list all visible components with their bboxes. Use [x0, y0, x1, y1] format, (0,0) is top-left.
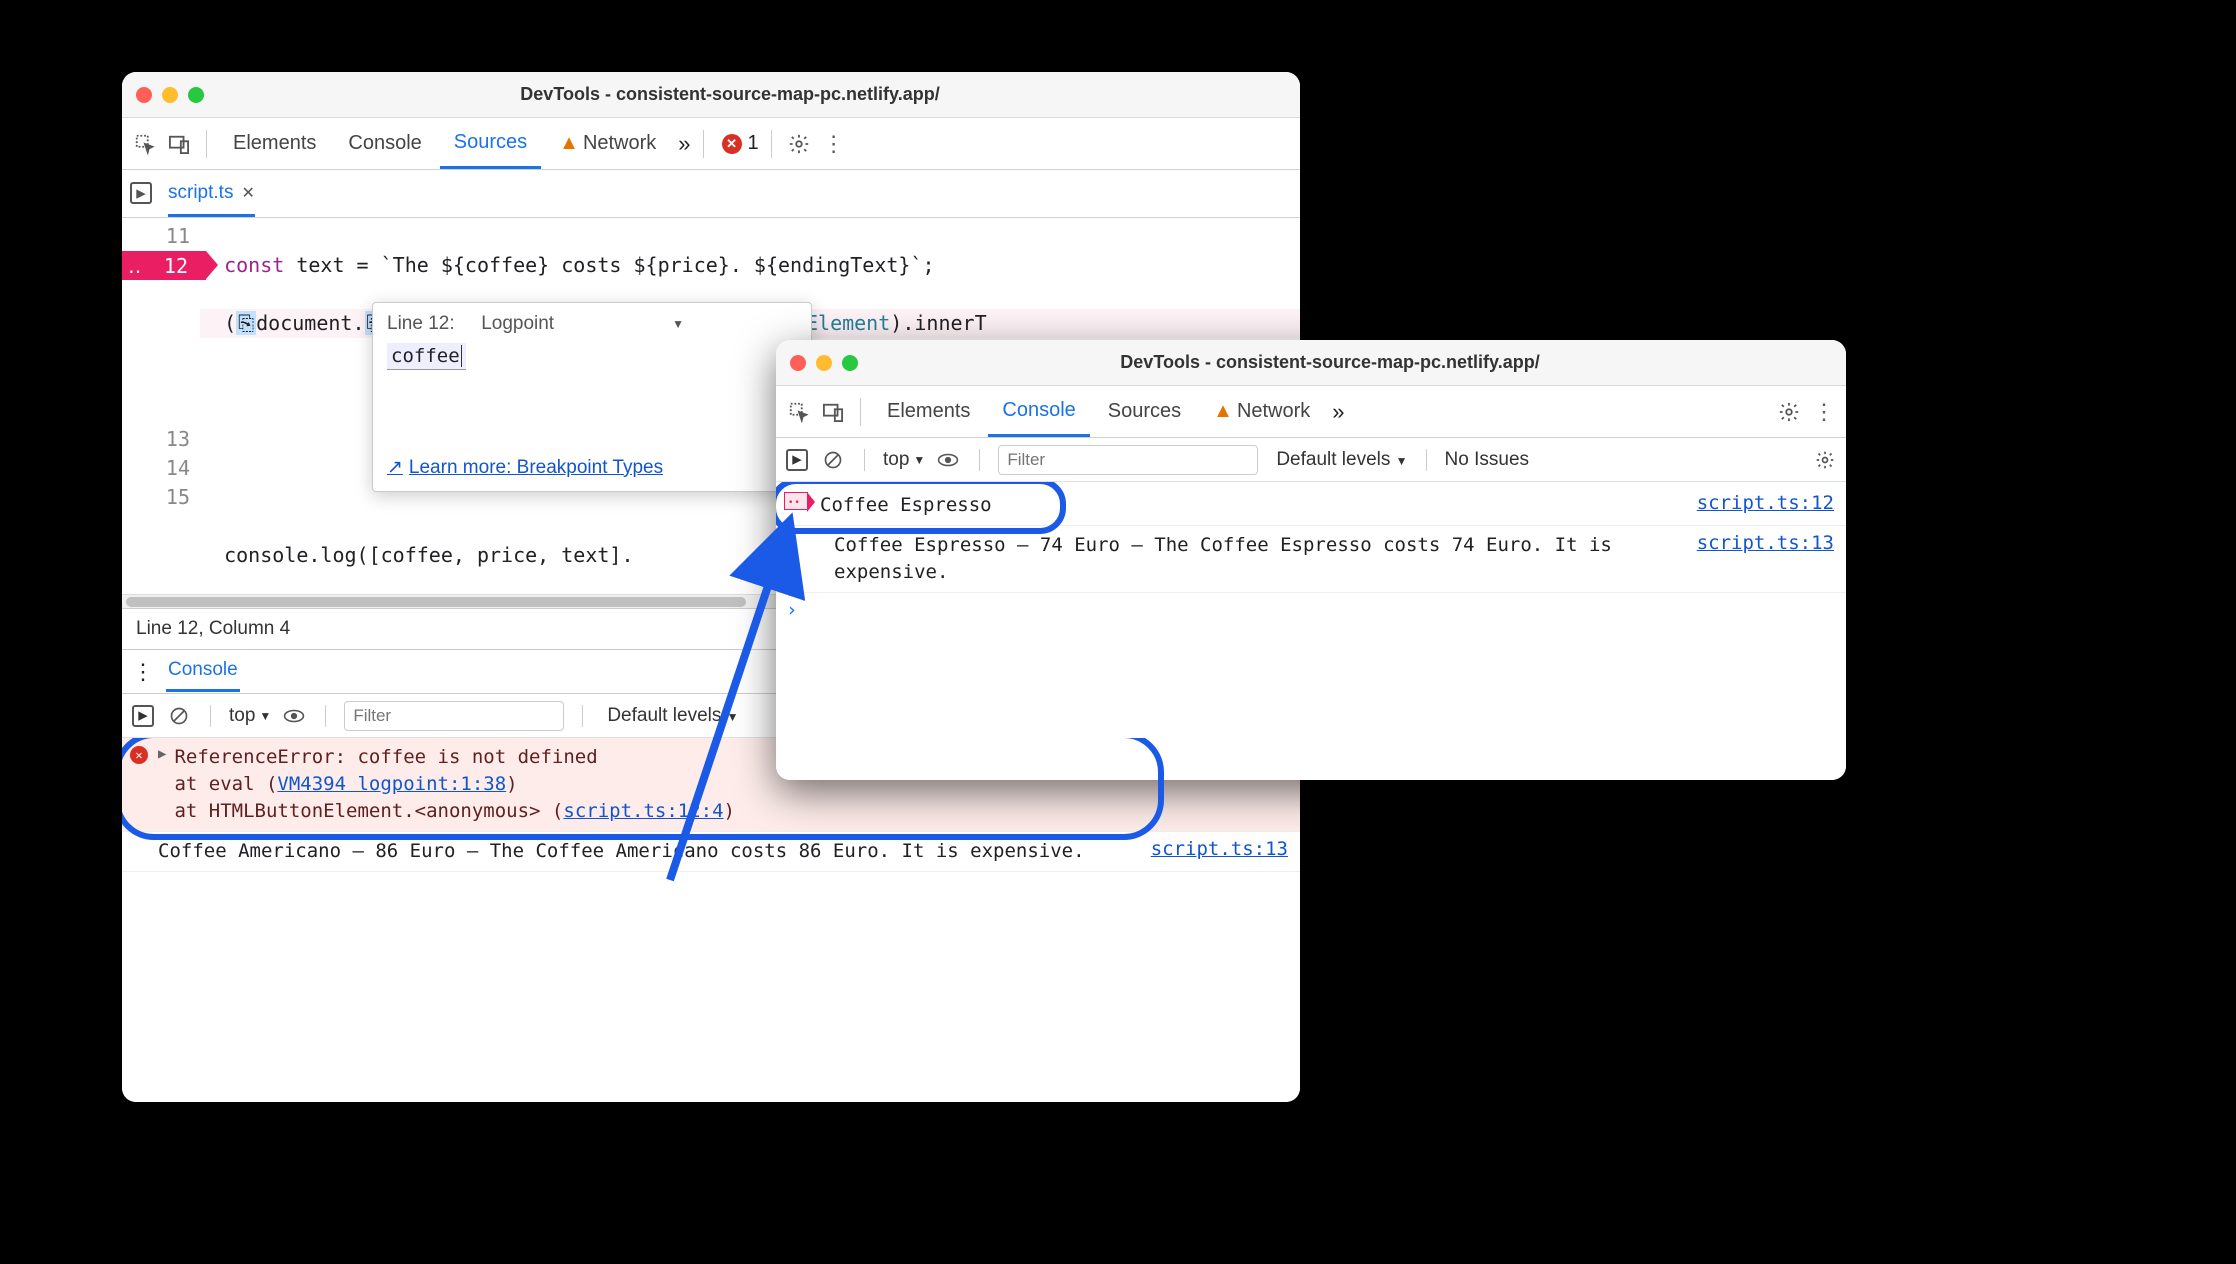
- close-icon[interactable]: [790, 355, 806, 371]
- tab-console[interactable]: Console: [334, 118, 435, 169]
- warning-icon: ▲: [559, 132, 579, 155]
- titlebar: DevTools - consistent-source-map-pc.netl…: [776, 340, 1846, 386]
- expand-icon[interactable]: ▶: [158, 746, 166, 762]
- logpoint-popover: Line 12: Logpoint ▼ coffee ↗ Learn more:…: [372, 302, 812, 492]
- zoom-icon[interactable]: [842, 355, 858, 371]
- console-messages: •• Coffee Espresso script.ts:12 Coffee E…: [776, 482, 1846, 780]
- console-message-log: Coffee Americano – 86 Euro – The Coffee …: [122, 832, 1300, 872]
- console-message-log: Coffee Espresso – 74 Euro – The Coffee E…: [776, 526, 1846, 593]
- warning-icon: ▲: [1213, 400, 1233, 423]
- tab-network[interactable]: ▲Network: [1199, 386, 1324, 437]
- clear-console-icon[interactable]: [166, 706, 192, 726]
- live-expression-icon[interactable]: [935, 452, 961, 468]
- popover-header: Line 12: Logpoint ▼: [387, 313, 797, 335]
- device-icon[interactable]: [164, 134, 194, 154]
- more-tabs-icon[interactable]: »: [678, 131, 690, 157]
- drawer-menu-icon[interactable]: ⋮: [132, 659, 154, 685]
- console-messages: ✕ ▶ ReferenceError: coffee is not define…: [122, 738, 1300, 1102]
- sidebar-toggle-icon[interactable]: ▸: [130, 705, 156, 727]
- zoom-icon[interactable]: [188, 87, 204, 103]
- log-levels-selector[interactable]: Default levels ▼: [607, 705, 738, 727]
- source-link[interactable]: script.ts:13: [1151, 838, 1288, 860]
- console-prompt[interactable]: ›: [776, 593, 1846, 627]
- logpoint-expression-input[interactable]: coffee: [387, 343, 466, 370]
- minimize-icon[interactable]: [816, 355, 832, 371]
- window-title: DevTools - consistent-source-map-pc.netl…: [214, 84, 1286, 105]
- context-selector[interactable]: top ▼: [883, 449, 925, 471]
- stack-link[interactable]: VM4394 logpoint:1:38: [277, 773, 506, 795]
- minimize-icon[interactable]: [162, 87, 178, 103]
- titlebar: DevTools - consistent-source-map-pc.netl…: [122, 72, 1300, 118]
- main-toolbar: Elements Console Sources ▲Network » ✕ 1 …: [122, 118, 1300, 170]
- window-title: DevTools - consistent-source-map-pc.netl…: [868, 352, 1832, 373]
- source-link[interactable]: script.ts:13: [1697, 532, 1834, 554]
- drawer-tab-console[interactable]: Console: [166, 651, 240, 692]
- kebab-menu-icon[interactable]: ⋮: [818, 131, 848, 157]
- inspect-icon[interactable]: [784, 401, 814, 423]
- issues-button[interactable]: No Issues: [1445, 449, 1529, 471]
- file-tabs: ▸ script.ts ✕: [122, 170, 1300, 218]
- tab-sources[interactable]: Sources: [440, 118, 541, 169]
- filter-input[interactable]: [998, 445, 1258, 475]
- scrollbar-thumb[interactable]: [126, 597, 746, 607]
- console-message-logpoint: •• Coffee Espresso script.ts:12: [776, 486, 1846, 526]
- error-icon: ✕: [130, 746, 148, 764]
- kebab-menu-icon[interactable]: ⋮: [1808, 399, 1838, 425]
- console-toolbar: ▸ top ▼ Default levels ▼ No Issues: [776, 438, 1846, 482]
- navigator-toggle-icon[interactable]: ▸: [130, 182, 156, 205]
- settings-icon[interactable]: [1774, 401, 1804, 423]
- devtools-window-2: DevTools - consistent-source-map-pc.netl…: [776, 340, 1846, 780]
- live-expression-icon[interactable]: [281, 708, 307, 724]
- tab-elements[interactable]: Elements: [219, 118, 330, 169]
- error-count-badge[interactable]: ✕ 1: [722, 132, 759, 155]
- close-tab-icon[interactable]: ✕: [241, 183, 254, 203]
- logpoint-badge-icon: ••: [784, 492, 808, 510]
- file-tab-script[interactable]: script.ts ✕: [168, 170, 255, 217]
- device-icon[interactable]: [818, 402, 848, 422]
- inspect-icon[interactable]: [130, 133, 160, 155]
- external-link-icon: ↗: [387, 456, 403, 479]
- close-icon[interactable]: [136, 87, 152, 103]
- settings-icon[interactable]: [784, 133, 814, 155]
- more-tabs-icon[interactable]: »: [1332, 399, 1344, 425]
- log-levels-selector[interactable]: Default levels ▼: [1276, 449, 1407, 471]
- traffic-lights: [790, 355, 858, 371]
- console-settings-icon[interactable]: [1812, 450, 1838, 470]
- filter-input[interactable]: [344, 701, 564, 731]
- source-link[interactable]: script.ts:12: [1697, 492, 1834, 514]
- main-toolbar: Elements Console Sources ▲Network » ⋮: [776, 386, 1846, 438]
- tab-elements[interactable]: Elements: [873, 386, 984, 437]
- chevron-down-icon[interactable]: ▼: [672, 317, 684, 331]
- error-icon: ✕: [722, 134, 742, 154]
- tab-sources[interactable]: Sources: [1094, 386, 1195, 437]
- learn-more-link[interactable]: ↗ Learn more: Breakpoint Types: [387, 456, 663, 479]
- logpoint-marker[interactable]: ‥ 12: [122, 251, 206, 280]
- traffic-lights: [136, 87, 204, 103]
- sidebar-toggle-icon[interactable]: ▸: [784, 449, 810, 471]
- context-selector[interactable]: top▼: [229, 705, 271, 727]
- stack-link[interactable]: script.ts:12:4: [563, 800, 723, 822]
- clear-console-icon[interactable]: [820, 450, 846, 470]
- cursor-position: Line 12, Column 4: [136, 618, 290, 640]
- tab-network[interactable]: ▲Network: [545, 118, 670, 169]
- tab-console[interactable]: Console: [988, 386, 1089, 437]
